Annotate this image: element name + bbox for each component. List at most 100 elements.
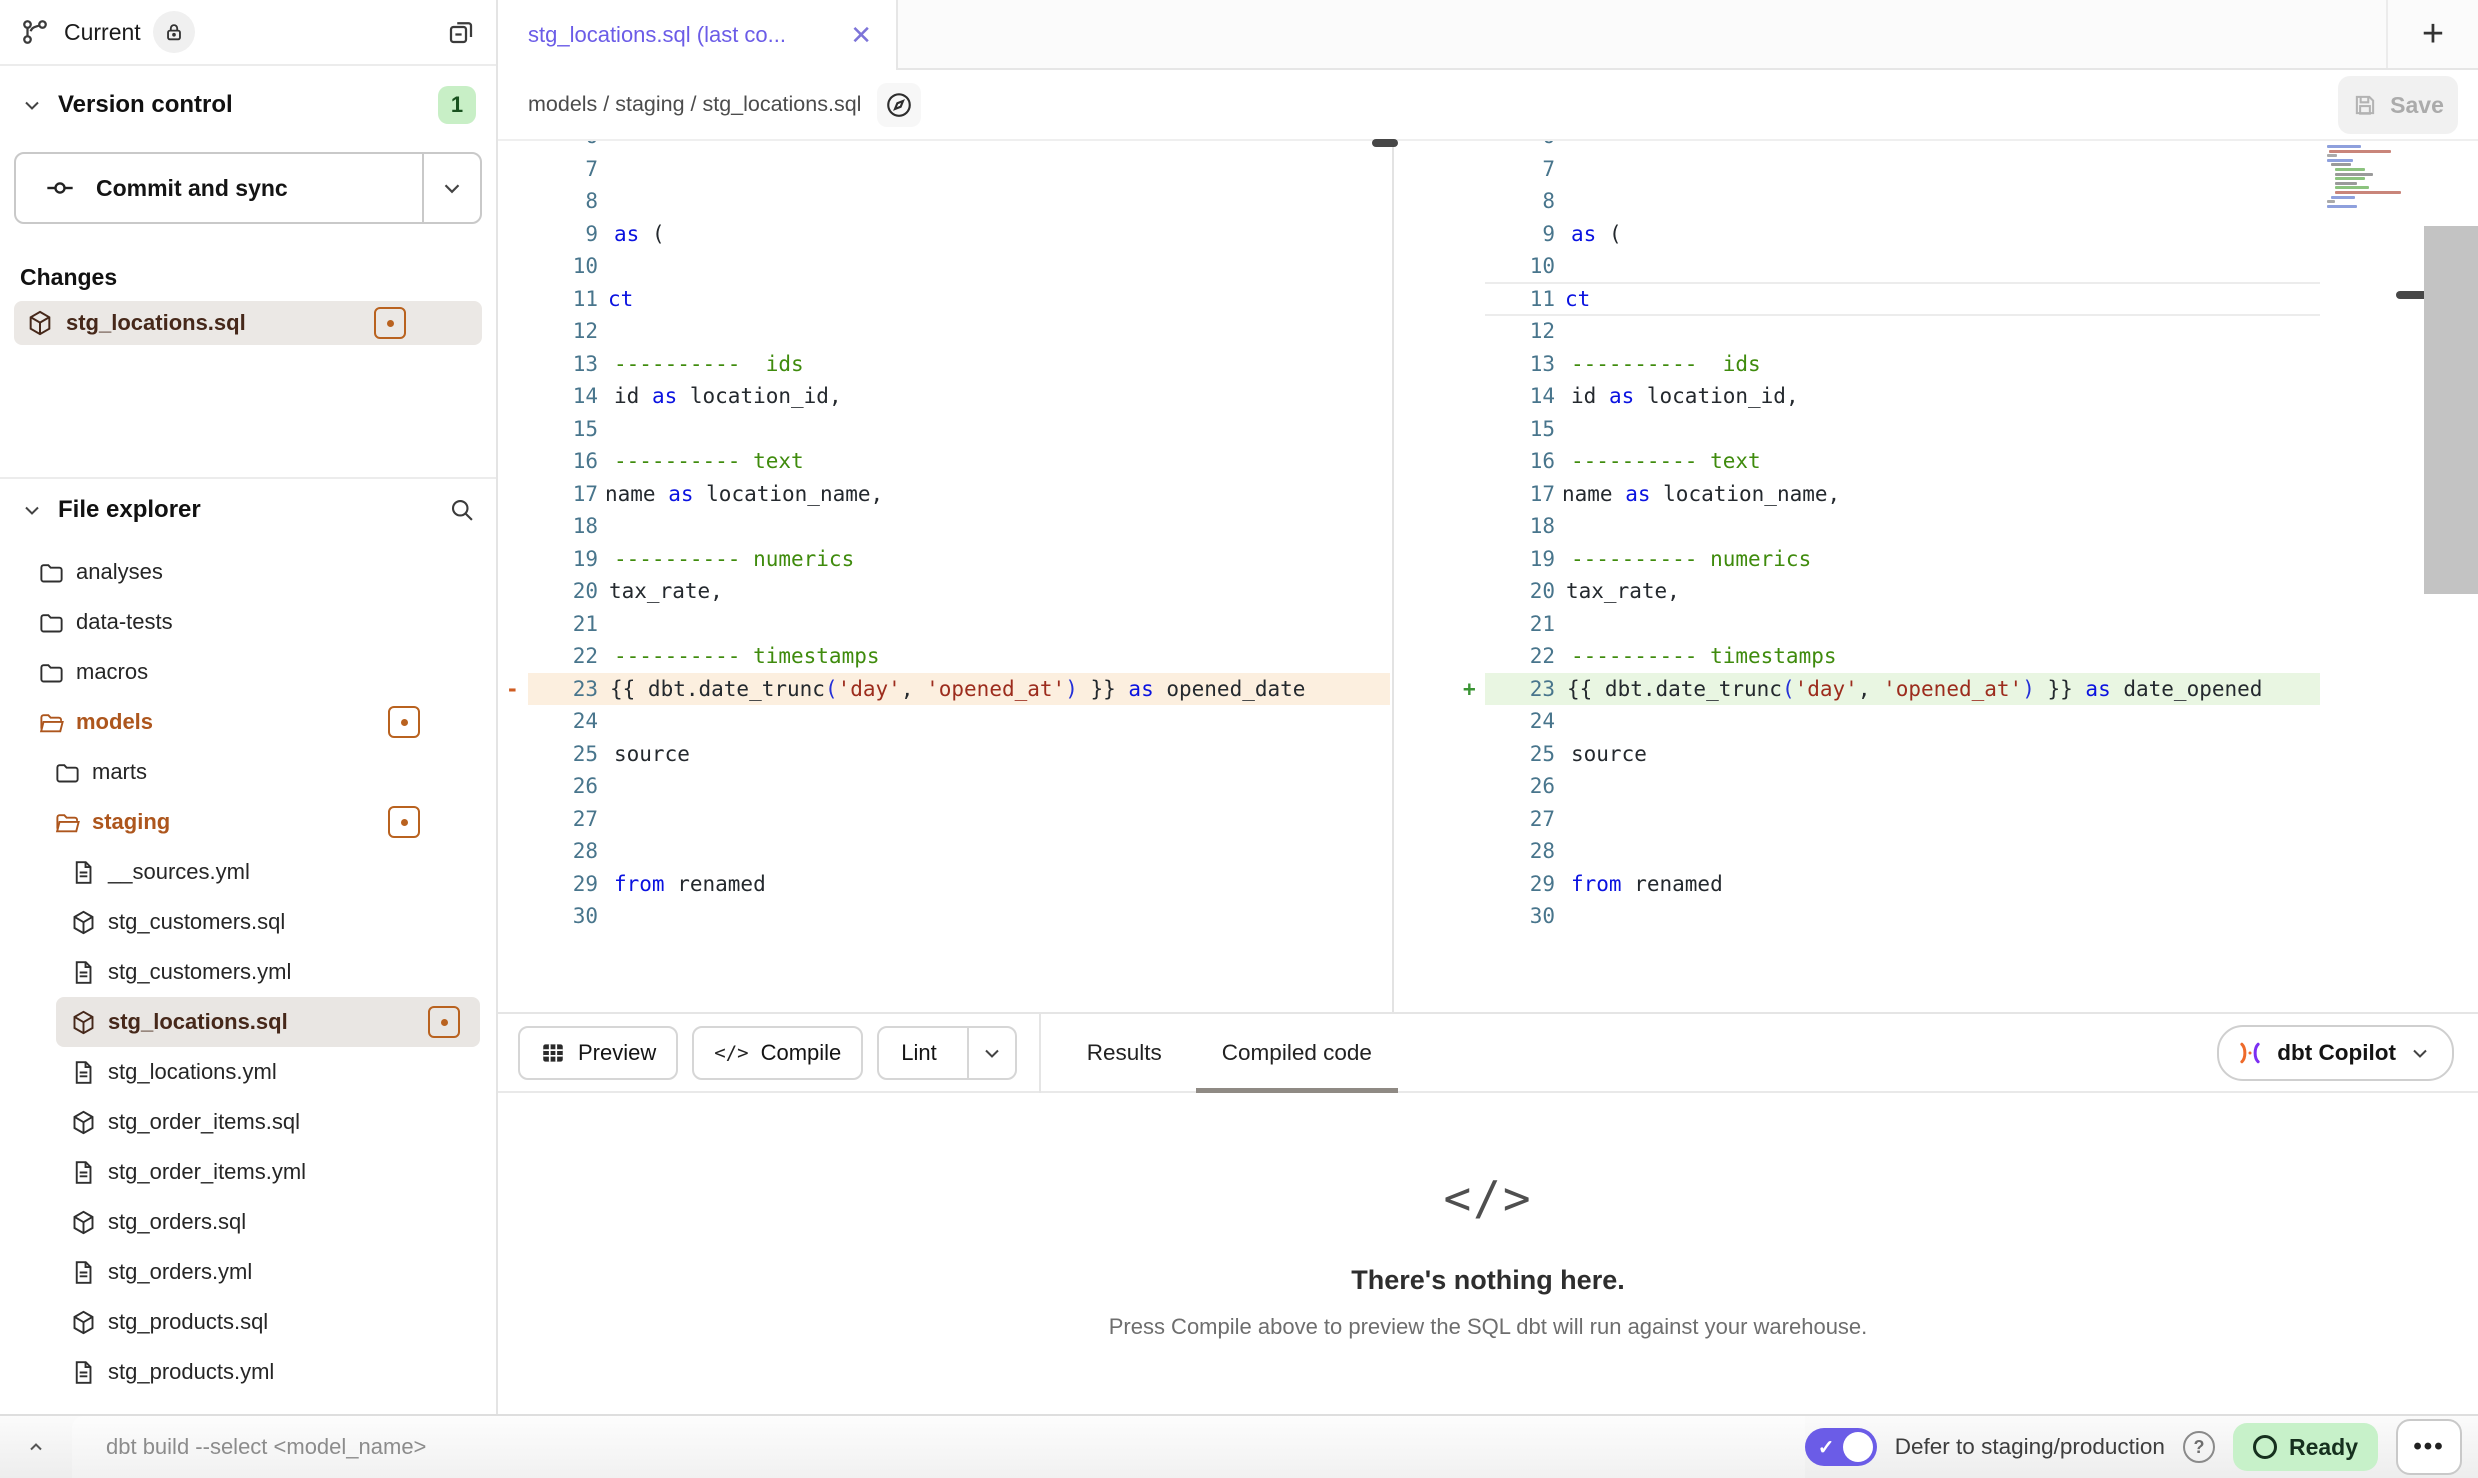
code-line-28[interactable]: 28 — [1455, 835, 2320, 868]
file-tree-item-stg-orders-sql[interactable]: stg_orders.sql — [0, 1197, 496, 1247]
file-tree-item-analyses[interactable]: analyses — [0, 547, 496, 597]
code-line-27[interactable]: 27 — [498, 803, 1390, 836]
code-line-9[interactable]: 9as ( — [1455, 218, 2320, 251]
help-icon[interactable]: ? — [2183, 1431, 2215, 1463]
search-icon[interactable] — [448, 496, 476, 524]
overflow-menu-button[interactable]: ••• — [2396, 1419, 2462, 1475]
splitter-handle[interactable] — [1372, 139, 1398, 147]
code-line-29[interactable]: 29from renamed — [498, 868, 1390, 901]
pane-divider[interactable] — [1392, 141, 1394, 1012]
code-line-24[interactable]: 24 — [498, 705, 1390, 738]
file-tree-item-stg-order-items-sql[interactable]: stg_order_items.sql — [0, 1097, 496, 1147]
code-line-21[interactable]: 21 — [498, 608, 1390, 641]
code-line-8[interactable]: 8 — [498, 185, 1390, 218]
code-line-21[interactable]: 21 — [1455, 608, 2320, 641]
code-line-18[interactable]: 18 — [1455, 510, 2320, 543]
file-tree-item-stg-products-sql[interactable]: stg_products.sql — [0, 1297, 496, 1347]
code-line-20[interactable]: 20tax_rate, — [1455, 575, 2320, 608]
code-line-10[interactable]: 10 — [1455, 250, 2320, 283]
lint-button[interactable]: Lint — [877, 1026, 1016, 1080]
code-line-22[interactable]: 22---------- timestamps — [498, 640, 1390, 673]
file-tree-item-data-tests[interactable]: data-tests — [0, 597, 496, 647]
file-tree-item-stg-orders-yml[interactable]: stg_orders.yml — [0, 1247, 496, 1297]
code-line-13[interactable]: 13---------- ids — [1455, 348, 2320, 381]
tab-results[interactable]: Results — [1087, 1014, 1162, 1091]
code-line-14[interactable]: 14id as location_id, — [498, 380, 1390, 413]
defer-toggle[interactable]: ✓ — [1805, 1428, 1877, 1466]
code-line-25[interactable]: 25source — [498, 738, 1390, 771]
file-tree-item-staging[interactable]: staging — [0, 797, 496, 847]
file-tree-item-stg-locations-sql[interactable]: stg_locations.sql — [56, 997, 480, 1047]
commit-options-caret[interactable] — [422, 154, 480, 222]
code-line-16[interactable]: 16---------- text — [1455, 445, 2320, 478]
code-line-17[interactable]: 17name as location_name, — [498, 478, 1390, 511]
code-line-7[interactable]: 7 — [1455, 153, 2320, 186]
file-tree-item-models[interactable]: models — [0, 697, 496, 747]
code-line-23[interactable]: -23{{ dbt.date_trunc('day', 'opened_at')… — [498, 673, 1390, 706]
code-line-29[interactable]: 29from renamed — [1455, 868, 2320, 901]
command-input[interactable] — [104, 1433, 1008, 1461]
code-line-9[interactable]: 9as ( — [498, 218, 1390, 251]
preview-button[interactable]: Preview — [518, 1026, 678, 1080]
code-line-16[interactable]: 16---------- text — [498, 445, 1390, 478]
code-line-18[interactable]: 18 — [498, 510, 1390, 543]
code-line-26[interactable]: 26 — [1455, 770, 2320, 803]
file-tree-item-stg-locations-yml[interactable]: stg_locations.yml — [0, 1047, 496, 1097]
version-control-header[interactable]: Version control 1 — [0, 66, 496, 144]
code-line-27[interactable]: 27 — [1455, 803, 2320, 836]
close-icon[interactable]: ✕ — [850, 20, 872, 51]
code-line-30[interactable]: 30 — [498, 900, 1390, 933]
vertical-scrollbar[interactable] — [2424, 226, 2478, 594]
changed-file-row[interactable]: stg_locations.sql — [14, 301, 482, 345]
tab-compiled-code[interactable]: Compiled code — [1222, 1014, 1372, 1091]
file-tree-item-stg-customers-yml[interactable]: stg_customers.yml — [0, 947, 496, 997]
file-tree-item-stg-customers-sql[interactable]: stg_customers.sql — [0, 897, 496, 947]
file-tree-item-stg-products-yml[interactable]: stg_products.yml — [0, 1347, 496, 1397]
code-line-30[interactable]: 30 — [1455, 900, 2320, 933]
code-line-17[interactable]: 17name as location_name, — [1455, 478, 2320, 511]
code-line-20[interactable]: 20tax_rate, — [498, 575, 1390, 608]
diff-pane-modified[interactable]: 6789as (1011ct1213---------- ids14id as … — [1455, 141, 2320, 1012]
diff-pane-original[interactable]: 6789as (1011ct1213---------- ids14id as … — [498, 141, 1390, 1012]
file-tree-item-macros[interactable]: macros — [0, 647, 496, 697]
chevron-down-icon — [2408, 1041, 2432, 1065]
code-line-10[interactable]: 10 — [498, 250, 1390, 283]
commit-and-sync-button[interactable]: Commit and sync — [14, 152, 482, 224]
toggle-knob — [1843, 1432, 1873, 1462]
code-line-11[interactable]: 11ct — [1455, 283, 2320, 316]
compile-button[interactable]: </> Compile — [692, 1026, 863, 1080]
minimap[interactable] — [2327, 145, 2397, 345]
code-line-19[interactable]: 19---------- numerics — [1455, 543, 2320, 576]
code-line-14[interactable]: 14id as location_id, — [1455, 380, 2320, 413]
save-button[interactable]: Save — [2338, 76, 2458, 134]
file-tree-item-marts[interactable]: marts — [0, 747, 496, 797]
model-cube-icon — [70, 1309, 97, 1336]
code-line-6[interactable]: 6 — [498, 141, 1390, 153]
lineage-button[interactable] — [877, 83, 921, 127]
code-line-11[interactable]: 11ct — [498, 283, 1390, 316]
lint-options-caret[interactable] — [967, 1028, 1015, 1078]
code-line-15[interactable]: 15 — [1455, 413, 2320, 446]
copy-icon[interactable] — [446, 17, 476, 47]
code-line-15[interactable]: 15 — [498, 413, 1390, 446]
code-line-22[interactable]: 22---------- timestamps — [1455, 640, 2320, 673]
code-line-24[interactable]: 24 — [1455, 705, 2320, 738]
code-line-25[interactable]: 25source — [1455, 738, 2320, 771]
new-tab-button[interactable]: + — [2422, 15, 2444, 53]
code-line-13[interactable]: 13---------- ids — [498, 348, 1390, 381]
expand-caret-button[interactable] — [0, 1435, 72, 1459]
code-line-23[interactable]: +23{{ dbt.date_trunc('day', 'opened_at')… — [1455, 673, 2320, 706]
tab-stg-locations[interactable]: stg_locations.sql (last co... ✕ — [498, 0, 898, 70]
file-explorer-header[interactable]: File explorer — [0, 479, 496, 541]
code-line-7[interactable]: 7 — [498, 153, 1390, 186]
code-line-19[interactable]: 19---------- numerics — [498, 543, 1390, 576]
code-line-12[interactable]: 12 — [498, 315, 1390, 348]
dbt-copilot-button[interactable]: dbt Copilot — [2217, 1025, 2454, 1081]
code-line-26[interactable]: 26 — [498, 770, 1390, 803]
file-tree-item--sources-yml[interactable]: __sources.yml — [0, 847, 496, 897]
code-line-28[interactable]: 28 — [498, 835, 1390, 868]
code-line-6[interactable]: 6 — [1455, 141, 2320, 153]
code-line-12[interactable]: 12 — [1455, 315, 2320, 348]
file-tree-item-stg-order-items-yml[interactable]: stg_order_items.yml — [0, 1147, 496, 1197]
code-line-8[interactable]: 8 — [1455, 185, 2320, 218]
